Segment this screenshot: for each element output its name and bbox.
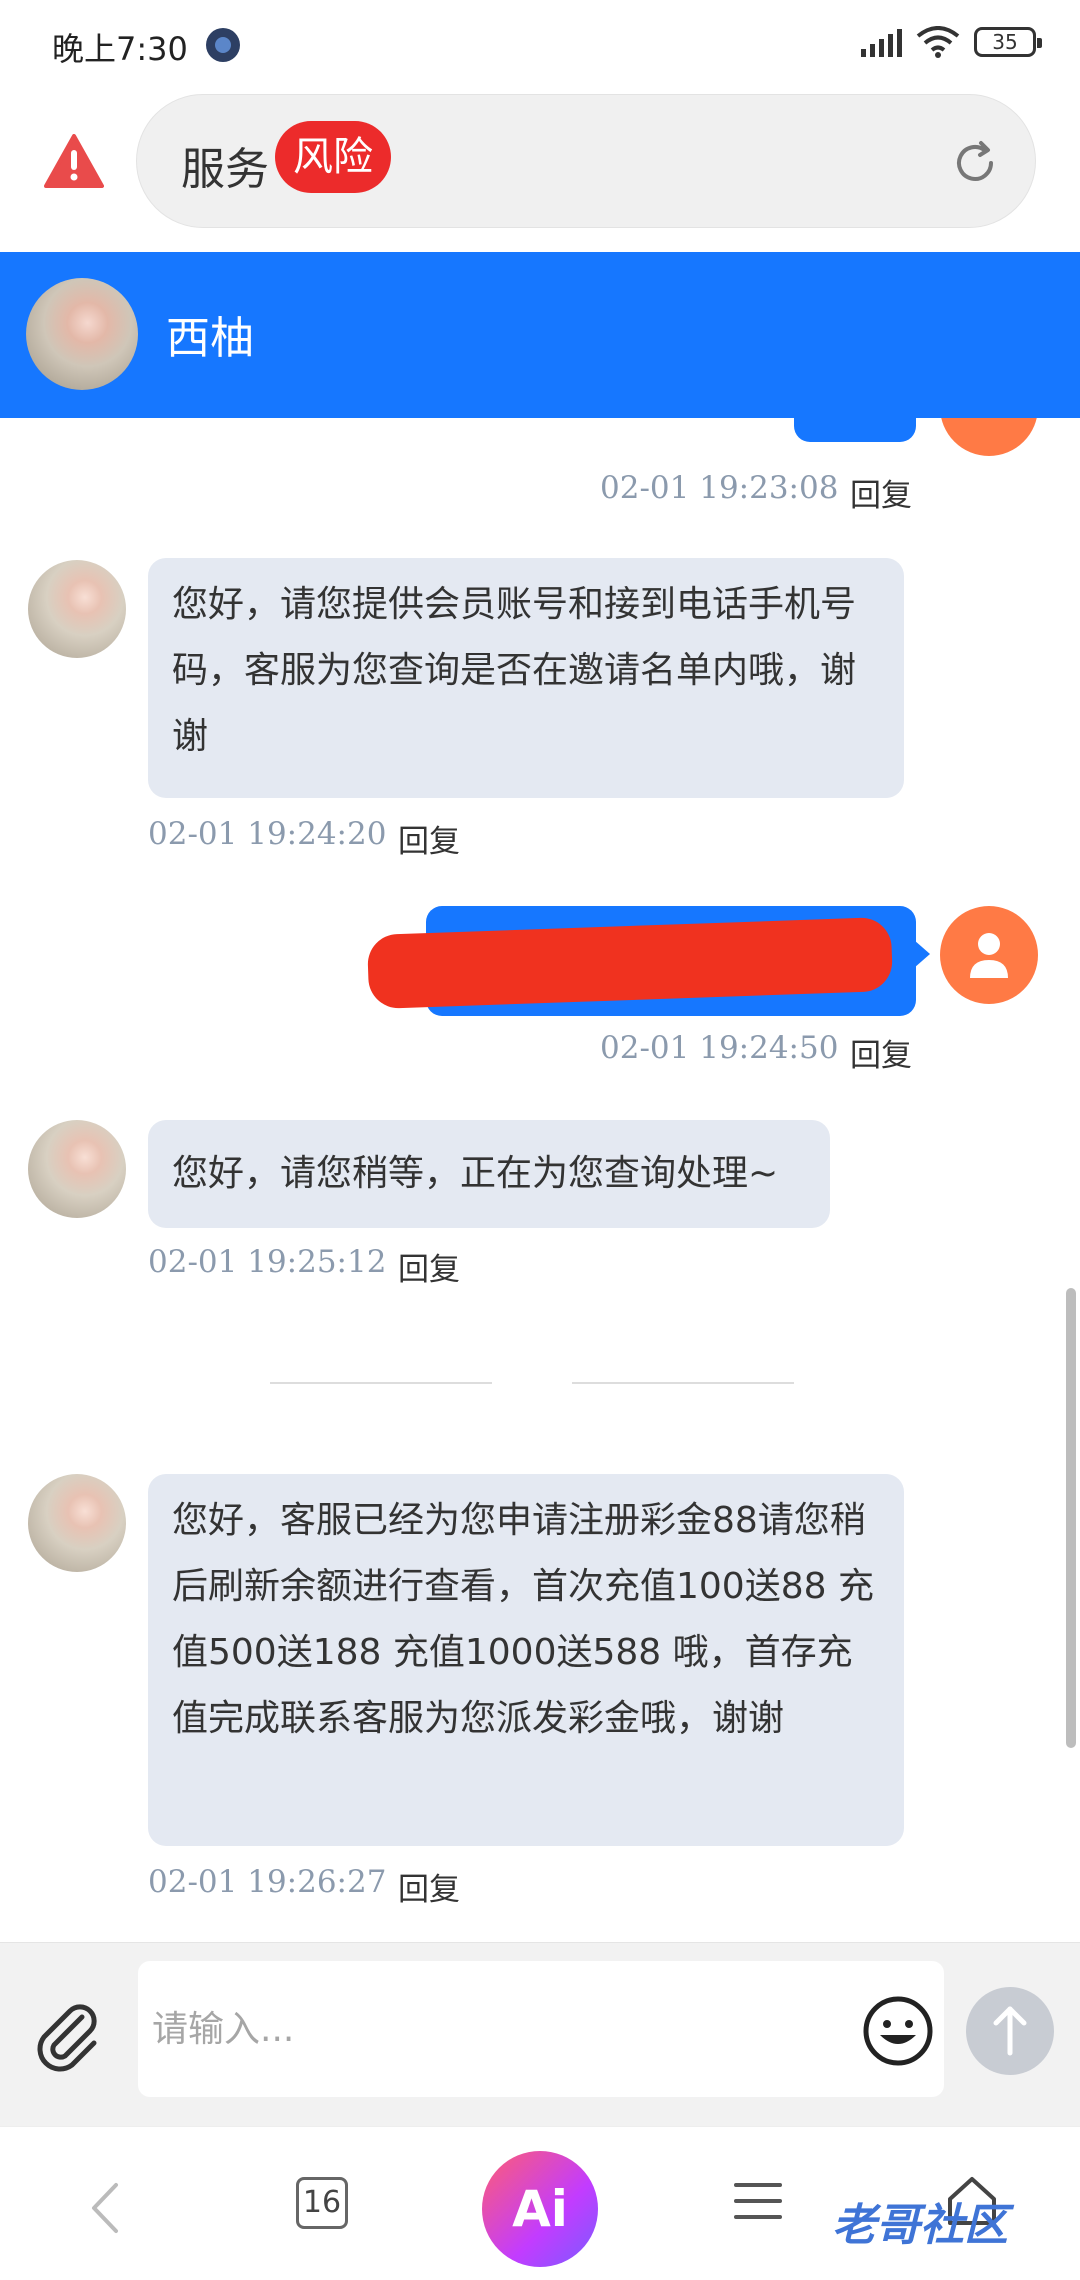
emoji-icon[interactable] (862, 1995, 934, 2067)
message-timestamp: 02-01 19:25:12 (148, 1244, 387, 1280)
agent-message-bubble[interactable]: 您好，客服已经为您申请注册彩金88请您稍后刷新余额进行查看，首次充值100送88… (148, 1474, 904, 1846)
divider-left (270, 1382, 492, 1384)
risk-badge[interactable]: 风险 (275, 121, 391, 193)
user-message-bubble[interactable] (794, 418, 916, 442)
status-bar: 晚上7:30 35 (0, 0, 1080, 90)
browser-nav-bar: 16 Ai 老哥社区 (0, 2126, 1080, 2280)
reply-link[interactable]: 回复 (398, 1864, 460, 1909)
message-timestamp: 02-01 19:26:27 (148, 1864, 387, 1900)
agent-message-bubble[interactable]: 您好，请您提供会员账号和接到电话手机号码，客服为您查询是否在邀请名单内哦，谢谢 (148, 558, 904, 798)
reply-link[interactable]: 回复 (398, 1244, 460, 1289)
chat-header: 西柚 (0, 252, 1080, 418)
message-composer (0, 1942, 1080, 2126)
menu-icon[interactable] (734, 2183, 782, 2231)
user-avatar (940, 906, 1038, 1004)
message-timestamp: 02-01 19:24:50 (600, 1030, 839, 1066)
agent-avatar (28, 1120, 126, 1218)
watermark: 老哥社区 (832, 2200, 1008, 2251)
scrollbar[interactable] (1066, 1288, 1076, 1748)
wifi-icon (916, 26, 960, 58)
send-arrow-icon (993, 2006, 1027, 2056)
agent-avatar (28, 1474, 126, 1572)
reply-link[interactable]: 回复 (398, 816, 460, 861)
browser-address-bar: 服务 风险 (0, 90, 1080, 252)
contact-name: 西柚 (166, 313, 254, 364)
user-avatar (940, 418, 1038, 456)
signal-icon (861, 27, 902, 57)
contact-avatar[interactable] (26, 278, 138, 390)
message-input[interactable] (138, 1961, 944, 2097)
send-button[interactable] (966, 1987, 1054, 2075)
battery-icon: 35 (974, 27, 1042, 57)
warning-icon[interactable] (44, 134, 104, 188)
reload-icon[interactable] (947, 135, 1003, 191)
page-title: 服务 (181, 144, 269, 195)
message-timestamp: 02-01 19:24:20 (148, 816, 387, 852)
divider-right (572, 1382, 794, 1384)
paperclip-icon[interactable] (28, 1995, 108, 2075)
agent-message-bubble[interactable]: 您好，请您稍等，正在为您查询处理~ (148, 1120, 830, 1228)
status-right: 35 (861, 26, 1042, 58)
tabs-button[interactable]: 16 (296, 2177, 348, 2229)
back-icon[interactable] (88, 2181, 122, 2235)
message-list[interactable]: 02-01 19:23:08 回复 您好，请您提供会员账号和接到电话手机号码，客… (0, 418, 1080, 1942)
reply-link[interactable]: 回复 (850, 1030, 912, 1075)
ai-button[interactable]: Ai (482, 2151, 598, 2267)
message-timestamp: 02-01 19:23:08 (600, 470, 839, 506)
user-icon (970, 933, 1008, 978)
reply-link[interactable]: 回复 (850, 470, 912, 515)
status-time: 晚上7:30 (52, 30, 188, 68)
url-field[interactable]: 服务 风险 (136, 94, 1036, 228)
agent-avatar (28, 560, 126, 658)
app-notification-icon (206, 28, 240, 62)
